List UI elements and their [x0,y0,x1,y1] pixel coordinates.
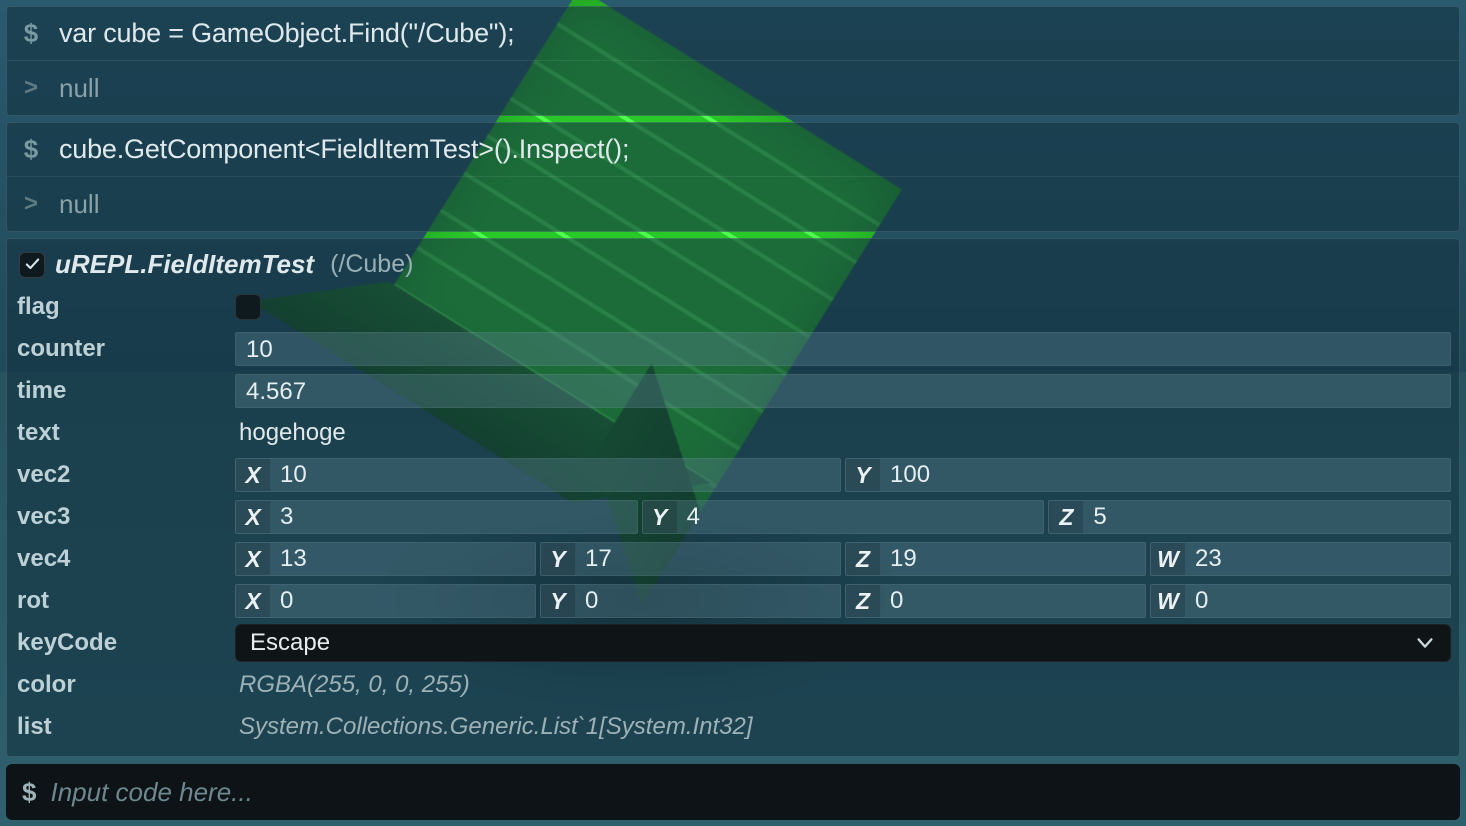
flag-checkbox[interactable] [235,294,261,320]
field-row-time: time 4.567 [15,372,1451,410]
input-prompt-symbol: $ [22,777,36,808]
check-icon [24,256,41,273]
color-value: RGBA(255, 0, 0, 255) [235,671,470,699]
field-row-vec3: vec3 X3 Y4 Z5 [15,498,1451,536]
vec2-x-input[interactable]: X10 [235,458,841,492]
field-row-text: text hogehoge [15,414,1451,452]
repl-command-text: var cube = GameObject.Find("/Cube"); [59,18,514,49]
field-label: vec3 [15,503,235,531]
field-label: rot [15,587,235,615]
list-value: System.Collections.Generic.List`1[System… [235,713,753,741]
component-path: (/Cube) [330,250,413,279]
vec4-z-input[interactable]: Z19 [845,542,1146,576]
component-inspector: uREPL.FieldItemTest (/Cube) flag counter… [6,238,1460,757]
prompt-symbol: $ [21,18,41,49]
field-row-flag: flag [15,288,1451,326]
field-row-vec4: vec4 X13 Y17 Z19 W23 [15,540,1451,578]
repl-output-text: null [59,73,99,104]
field-row-color: color RGBA(255, 0, 0, 255) [15,666,1451,704]
repl-output-row: > null [7,61,1459,115]
rot-z-input[interactable]: Z0 [845,584,1146,618]
field-label: list [15,713,235,741]
dropdown-value: Escape [250,629,330,657]
vec4-x-input[interactable]: X13 [235,542,536,576]
field-label: color [15,671,235,699]
counter-input[interactable]: 10 [235,332,1451,366]
repl-command-row[interactable]: $ var cube = GameObject.Find("/Cube"); [7,7,1459,61]
inspector-header: uREPL.FieldItemTest (/Cube) [15,245,1451,288]
vec3-x-input[interactable]: X3 [235,500,638,534]
repl-entry: $ var cube = GameObject.Find("/Cube"); >… [6,6,1460,116]
repl-output-text: null [59,189,99,220]
chevron-down-icon [1414,632,1436,654]
field-label: time [15,377,235,405]
repl-command-text: cube.GetComponent<FieldItemTest>().Inspe… [59,134,629,165]
vec4-y-input[interactable]: Y17 [540,542,841,576]
vec3-y-input[interactable]: Y4 [642,500,1045,534]
field-label: counter [15,335,235,363]
field-row-counter: counter 10 [15,330,1451,368]
field-row-rot: rot X0 Y0 Z0 W0 [15,582,1451,620]
field-label: keyCode [15,629,235,657]
repl-panel: $ var cube = GameObject.Find("/Cube"); >… [6,6,1460,824]
keycode-dropdown[interactable]: Escape [235,624,1451,662]
time-input[interactable]: 4.567 [235,374,1451,408]
rot-w-input[interactable]: W0 [1150,584,1451,618]
vec3-z-input[interactable]: Z5 [1048,500,1451,534]
field-label: text [15,419,235,447]
field-label: flag [15,293,235,321]
text-value[interactable]: hogehoge [235,419,346,447]
rot-x-input[interactable]: X0 [235,584,536,618]
component-enabled-checkbox[interactable] [19,252,45,278]
code-input[interactable] [50,777,1444,808]
repl-output-row: > null [7,177,1459,231]
prompt-symbol: $ [21,134,41,165]
component-title: uREPL.FieldItemTest [55,249,314,280]
repl-command-row[interactable]: $ cube.GetComponent<FieldItemTest>().Ins… [7,123,1459,177]
field-label: vec2 [15,461,235,489]
field-label: vec4 [15,545,235,573]
rot-y-input[interactable]: Y0 [540,584,841,618]
field-row-keycode: keyCode Escape [15,624,1451,662]
output-prompt-symbol: > [21,74,41,102]
vec2-y-input[interactable]: Y100 [845,458,1451,492]
repl-entry: $ cube.GetComponent<FieldItemTest>().Ins… [6,122,1460,232]
output-prompt-symbol: > [21,190,41,218]
field-row-list: list System.Collections.Generic.List`1[S… [15,708,1451,746]
vec4-w-input[interactable]: W23 [1150,542,1451,576]
field-row-vec2: vec2 X10 Y100 [15,456,1451,494]
code-input-bar[interactable]: $ [6,764,1460,820]
